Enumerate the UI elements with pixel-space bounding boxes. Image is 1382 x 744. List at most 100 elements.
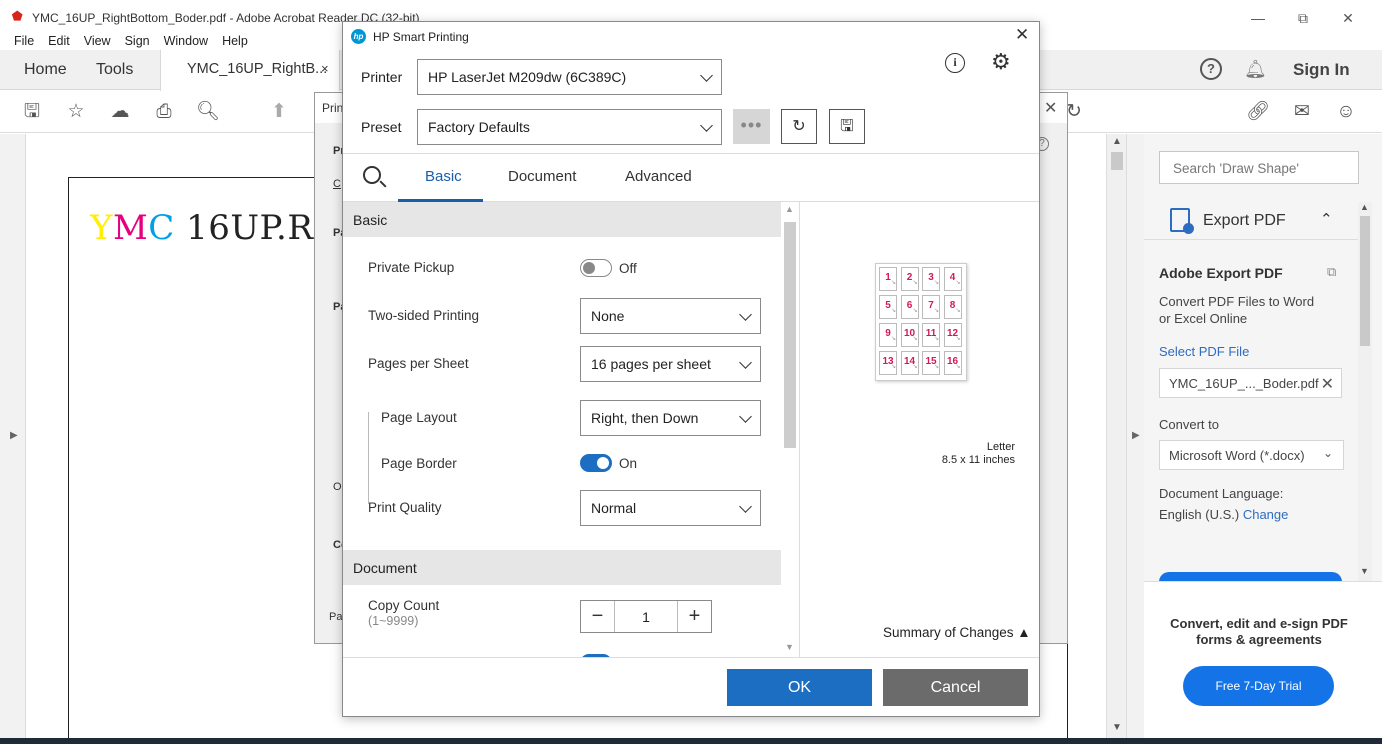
tab-advanced[interactable]: Advanced — [625, 168, 692, 185]
bookmark-star-icon[interactable]: ☆ — [64, 101, 88, 123]
print-quality-select[interactable]: Normal — [580, 490, 761, 526]
preset-select[interactable]: Factory Defaults — [417, 109, 722, 145]
tab-document[interactable]: Document — [508, 168, 576, 185]
tab-tools[interactable]: Tools — [96, 50, 133, 90]
expand-left-panel-icon[interactable]: ▶ — [10, 430, 18, 441]
ok-button[interactable]: OK — [727, 669, 872, 706]
private-pickup-toggle[interactable] — [580, 259, 612, 277]
increment-button[interactable]: + — [677, 601, 711, 632]
dialog-footer: OK Cancel — [343, 657, 1039, 716]
tab-basic[interactable]: Basic — [425, 168, 462, 185]
scroll-down-icon[interactable]: ▼ — [1360, 566, 1369, 576]
email-icon[interactable]: ✉ — [1290, 101, 1314, 123]
sign-in-button[interactable]: Sign In — [1293, 60, 1350, 80]
share-link-icon[interactable]: 🔗︎ — [1246, 101, 1270, 123]
close-icon[interactable]: ✕ — [1338, 8, 1358, 28]
print-icon[interactable]: ⎙ — [152, 101, 176, 123]
more-options-button[interactable]: ••• — [733, 109, 770, 144]
export-description: Convert PDF Files to Word or Excel Onlin… — [1159, 294, 1315, 326]
printer-select[interactable]: HP LaserJet M209dw (6C389C) — [417, 59, 722, 95]
decrement-button[interactable]: − — [581, 601, 615, 632]
collapse-right-panel-icon[interactable]: ▶ — [1132, 430, 1140, 441]
menu-edit[interactable]: Edit — [41, 32, 77, 50]
convert-to-label: Convert to — [1159, 417, 1219, 432]
upload-cloud-icon[interactable]: ☁ — [108, 101, 132, 123]
copy-count-value[interactable]: 1 — [615, 609, 677, 625]
tools-search-input[interactable]: Search 'Draw Shape' — [1159, 151, 1359, 184]
subsetting-indent-line — [368, 412, 369, 504]
chevron-down-icon — [739, 308, 752, 321]
menu-help[interactable]: Help — [215, 32, 255, 50]
preview-page-cell: 3 — [922, 267, 940, 293]
scroll-up-icon[interactable]: ▲ — [785, 204, 794, 214]
heading-letter-y: Y — [90, 208, 113, 248]
preview-page-cell: 12 — [943, 323, 962, 349]
settings-tabs: Basic Document Advanced — [343, 153, 1039, 202]
notification-bell-icon[interactable]: 🔔︎ — [1244, 58, 1267, 80]
scroll-thumb[interactable] — [784, 222, 796, 448]
free-trial-button[interactable]: Free 7-Day Trial — [1183, 666, 1334, 706]
print-preview-sheet: 12345678910111213141516 — [875, 263, 967, 381]
search-icon[interactable] — [363, 166, 381, 184]
export-title: Adobe Export PDF — [1159, 265, 1283, 281]
info-icon[interactable]: i — [945, 53, 965, 73]
document-scrollbar[interactable]: ▲ ▼ — [1106, 134, 1126, 738]
menu-view[interactable]: View — [77, 32, 118, 50]
save-icon[interactable]: 🖫︎ — [20, 101, 44, 123]
bg-label: O — [333, 481, 342, 493]
preview-page-cell: 11 — [922, 323, 940, 349]
save-preset-button[interactable]: 🖫︎ — [829, 109, 865, 144]
help-icon[interactable]: ? — [1200, 58, 1222, 80]
acrobat-logo-icon: ⬟ — [12, 9, 23, 23]
chevron-down-icon — [739, 500, 752, 513]
close-icon[interactable]: ✕ — [1044, 98, 1057, 118]
select-pdf-file-link[interactable]: Select PDF File — [1159, 344, 1249, 359]
preview-page-cell: 6 — [900, 295, 919, 321]
scroll-up-icon[interactable]: ▲ — [1112, 136, 1122, 147]
preview-page-cell: 15 — [922, 351, 940, 377]
add-user-icon[interactable]: ☺ — [1334, 101, 1358, 123]
page-up-icon[interactable]: ⬆ — [267, 101, 291, 123]
preset-value: Factory Defaults — [428, 119, 530, 135]
restore-icon[interactable]: ⧉ — [1293, 8, 1313, 28]
scroll-up-icon[interactable]: ▲ — [1360, 202, 1369, 212]
tab-home[interactable]: Home — [24, 50, 67, 90]
minimize-icon[interactable]: — — [1248, 8, 1268, 28]
paper-size-info: Letter 8.5 x 11 inches — [913, 441, 1015, 467]
scroll-down-icon[interactable]: ▼ — [1112, 722, 1122, 733]
paper-name: Letter — [986, 441, 1015, 453]
paper-dimensions: 8.5 x 11 inches — [941, 454, 1015, 466]
close-tab-icon[interactable]: × — [321, 61, 329, 76]
menu-sign[interactable]: Sign — [118, 32, 157, 50]
summary-of-changes-toggle[interactable]: Summary of Changes ▲ — [883, 625, 1031, 640]
scroll-down-icon[interactable]: ▼ — [785, 642, 794, 652]
two-sided-select[interactable]: None — [580, 298, 761, 334]
page-border-toggle[interactable] — [580, 454, 612, 472]
scroll-thumb[interactable] — [1360, 216, 1370, 346]
chevron-up-icon[interactable]: ⌃ — [1320, 210, 1333, 228]
reset-preset-button[interactable]: ↻ — [781, 109, 817, 144]
two-sided-value: None — [591, 308, 625, 324]
format-select[interactable]: Microsoft Word (*.docx) ⌄ — [1159, 440, 1344, 470]
toggle-knob — [583, 261, 595, 274]
change-language-link[interactable]: Change — [1243, 507, 1289, 522]
tab-document[interactable]: YMC_16UP_RightB... × — [160, 50, 340, 91]
pages-per-sheet-select[interactable]: 16 pages per sheet — [580, 346, 761, 382]
chevron-down-icon — [700, 119, 713, 132]
copy-count-range: (1~9999) — [368, 614, 419, 628]
settings-scrollbar[interactable]: ▲ ▼ — [783, 202, 797, 657]
preview-page-cell: 13 — [879, 351, 897, 377]
preview-page-cell: 7 — [922, 295, 940, 321]
page-layout-select[interactable]: Right, then Down — [580, 400, 761, 436]
gear-icon[interactable]: ⚙ — [991, 50, 1011, 74]
right-pane-scrollbar[interactable]: ▲ ▼ — [1358, 202, 1372, 582]
menu-window[interactable]: Window — [157, 32, 215, 50]
scroll-thumb[interactable] — [1111, 152, 1123, 170]
menu-file[interactable]: File — [0, 32, 41, 50]
chevron-down-icon — [739, 356, 752, 369]
cancel-button[interactable]: Cancel — [883, 669, 1028, 706]
zoom-search-icon[interactable]: 🔍︎ — [196, 101, 220, 123]
export-pdf-header[interactable]: Export PDF ⌃ — [1144, 200, 1359, 240]
remove-file-icon[interactable]: ✕ — [1321, 374, 1334, 394]
close-icon[interactable]: ✕ — [1015, 25, 1029, 45]
